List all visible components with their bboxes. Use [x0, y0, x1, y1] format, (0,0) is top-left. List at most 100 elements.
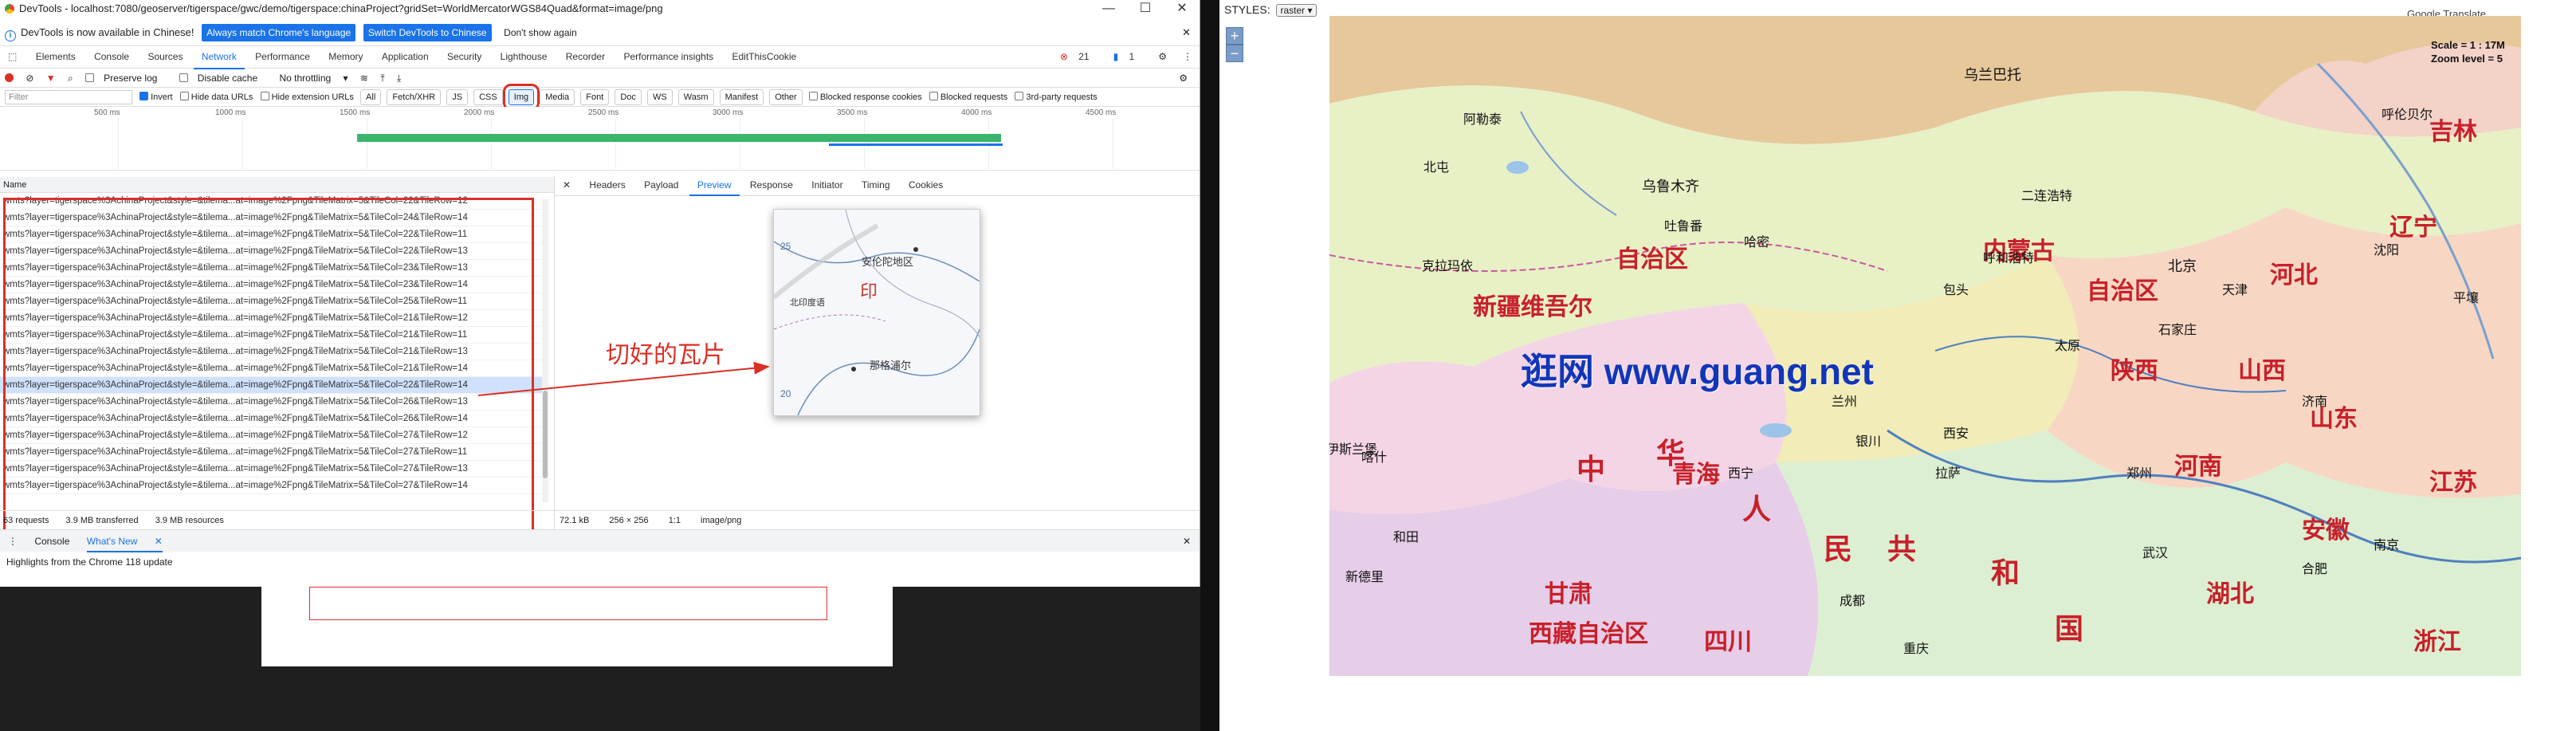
- maximize-icon[interactable]: ☐: [1127, 0, 1164, 18]
- timeline-tick: 3500 ms: [837, 108, 868, 117]
- timeline-tick: 3000 ms: [713, 108, 744, 117]
- tab-elements[interactable]: Elements: [28, 46, 84, 68]
- export-icon[interactable]: ⤓: [397, 73, 401, 84]
- more-options-icon[interactable]: ⋮: [1175, 46, 1200, 68]
- drawer-tab-whats-new[interactable]: What's New ✕: [86, 536, 163, 552]
- close-icon[interactable]: ✕: [1164, 0, 1200, 18]
- map-label: 合肥: [2302, 561, 2328, 576]
- tab-console[interactable]: Console: [86, 46, 137, 68]
- type-doc[interactable]: Doc: [615, 89, 642, 105]
- tab-security[interactable]: Security: [439, 46, 489, 68]
- close-detail-icon[interactable]: ✕: [555, 175, 579, 195]
- tile-label: 印: [860, 281, 878, 301]
- map-label: 北屯: [1423, 159, 1450, 175]
- tab-network[interactable]: Network: [193, 46, 245, 69]
- tile-preview-image: 印 安伦陀地区 北印度语 那格浦尔 25 20: [772, 209, 987, 416]
- map-label: 华: [1656, 438, 1686, 470]
- messages-badge[interactable]: ▮ 1: [1105, 46, 1151, 68]
- map-label: 克拉玛依: [1422, 258, 1474, 273]
- record-icon[interactable]: [5, 73, 14, 82]
- preview-info-bar: 72.1 kB 256 × 256 1:1 image/png: [554, 510, 1200, 529]
- type-manifest[interactable]: Manifest: [719, 89, 764, 105]
- search-icon[interactable]: ⌕: [68, 73, 73, 84]
- annotation-arrow: [478, 361, 770, 396]
- tab-cookies[interactable]: Cookies: [901, 175, 951, 195]
- preserve-log-checkbox[interactable]: Preserve log: [85, 73, 167, 84]
- type-all[interactable]: All: [360, 89, 382, 105]
- tab-memory[interactable]: Memory: [320, 46, 371, 68]
- drawer-menu-icon[interactable]: ⋮: [8, 536, 18, 547]
- throttling-select[interactable]: No throttling ▾: [280, 73, 348, 84]
- map-label: 中: [1577, 454, 1606, 486]
- request-count: 63 requests: [3, 516, 49, 525]
- tab-lighthouse[interactable]: Lighthouse: [493, 46, 556, 68]
- dont-show-again-button[interactable]: Don't show again: [499, 19, 582, 46]
- tab-recorder[interactable]: Recorder: [558, 46, 613, 68]
- always-match-language-button[interactable]: Always match Chrome's language: [202, 24, 356, 41]
- zoom-in-button[interactable]: +: [1226, 27, 1243, 45]
- timeline-tick: 2500 ms: [588, 108, 619, 117]
- timeline-tick: 1000 ms: [215, 108, 246, 117]
- map-label: 新德里: [1345, 569, 1384, 584]
- devtools-logo-icon: [5, 4, 14, 14]
- type-img[interactable]: Img: [502, 84, 540, 111]
- tab-application[interactable]: Application: [374, 46, 437, 68]
- filter-icon[interactable]: ▼: [46, 73, 56, 84]
- inspect-icon[interactable]: ⬚: [0, 46, 25, 68]
- map-canvas[interactable]: 乌兰巴托 北屯 阿勒泰 克拉玛依 乌鲁木齐 吐鲁番 哈密 新疆维吾尔 自治区 内蒙古 自治区 呼和浩特…: [1329, 16, 2521, 676]
- tab-editthiscookie[interactable]: EditThisCookie: [724, 46, 805, 68]
- tab-sources[interactable]: Sources: [139, 46, 190, 68]
- map-label: 二连浩特: [2021, 188, 2073, 203]
- type-font[interactable]: Font: [580, 89, 610, 105]
- invert-checkbox[interactable]: Invert: [139, 92, 173, 102]
- waterfall-bar: [357, 134, 1001, 142]
- drawer-close-icon[interactable]: ✕: [1183, 530, 1191, 552]
- type-other[interactable]: Other: [769, 89, 803, 105]
- switch-to-chinese-button[interactable]: Switch DevTools to Chinese: [363, 24, 492, 41]
- map-label: 河南: [2174, 453, 2222, 481]
- tab-performance[interactable]: Performance: [247, 46, 318, 68]
- timeline-grid: [242, 118, 243, 171]
- third-party-checkbox[interactable]: 3rd-party requests: [1015, 92, 1098, 102]
- name-column-header[interactable]: Name: [0, 177, 554, 193]
- hide-data-urls-checkbox[interactable]: Hide data URLs: [179, 92, 253, 102]
- settings-gear-icon[interactable]: ⚙: [1150, 46, 1175, 68]
- map-label: 哈密: [1744, 234, 1770, 250]
- type-js[interactable]: JS: [446, 89, 469, 105]
- tab-payload[interactable]: Payload: [636, 175, 686, 195]
- drawer-tab-console[interactable]: Console: [34, 536, 69, 547]
- import-icon[interactable]: ⤒: [380, 73, 384, 84]
- blocked-cookies-checkbox[interactable]: Blocked response cookies: [808, 92, 922, 102]
- disable-cache-checkbox[interactable]: Disable cache: [179, 73, 267, 84]
- type-fetch-xhr[interactable]: Fetch/XHR: [387, 89, 442, 105]
- blocked-requests-checkbox[interactable]: Blocked requests: [929, 92, 1007, 102]
- clear-icon[interactable]: ⊘: [26, 73, 33, 84]
- map-label: 湖北: [2206, 580, 2254, 608]
- map-label: 辽宁: [2389, 214, 2437, 242]
- zoom-out-button[interactable]: −: [1226, 45, 1243, 62]
- type-css[interactable]: CSS: [473, 89, 503, 105]
- minimize-icon[interactable]: —: [1090, 0, 1127, 18]
- network-settings-icon[interactable]: ⚙: [1179, 69, 1188, 88]
- map-label: 和田: [1393, 529, 1420, 544]
- tab-timing[interactable]: Timing: [854, 175, 898, 195]
- hide-extension-urls-checkbox[interactable]: Hide extension URLs: [260, 92, 354, 102]
- preview-dimensions: 256 × 256: [609, 516, 649, 525]
- wifi-icon[interactable]: ≋: [360, 73, 368, 84]
- type-wasm[interactable]: Wasm: [677, 89, 714, 105]
- preview-ratio: 1:1: [668, 516, 681, 525]
- errors-badge[interactable]: ⊗ 21: [1052, 46, 1105, 68]
- tab-preview[interactable]: Preview: [689, 175, 740, 196]
- style-select[interactable]: raster ▾: [1276, 4, 1317, 17]
- type-media[interactable]: Media: [540, 89, 575, 105]
- map-label: 呼和浩特: [1983, 250, 2035, 265]
- tab-performance-insights[interactable]: Performance insights: [615, 46, 721, 68]
- tab-headers[interactable]: Headers: [581, 175, 633, 195]
- type-ws[interactable]: WS: [646, 89, 673, 105]
- network-status-bar: 63 requests 3.9 MB transferred 3.9 MB re…: [0, 510, 554, 529]
- map-label: 自治区: [1616, 246, 1688, 273]
- tab-response[interactable]: Response: [742, 175, 801, 195]
- filter-input[interactable]: Filter: [5, 90, 132, 105]
- infobar-close-icon[interactable]: ✕: [1182, 19, 1191, 46]
- tab-initiator[interactable]: Initiator: [803, 175, 850, 195]
